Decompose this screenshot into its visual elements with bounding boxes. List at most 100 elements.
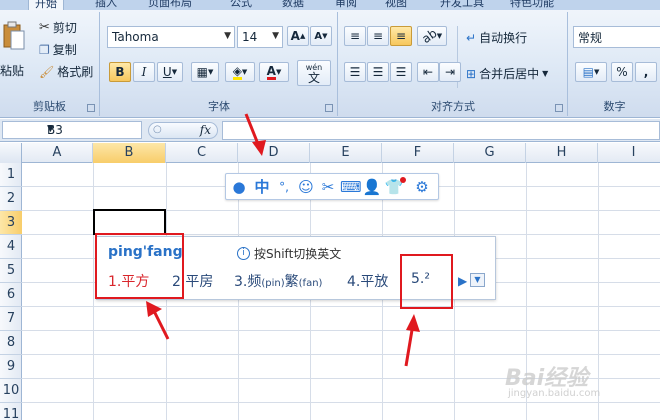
alignment-launcher-icon[interactable] [555,104,563,112]
chevron-down-icon: ▼ [272,31,279,41]
punctuation-toggle[interactable]: °, [274,178,294,196]
column-header[interactable]: C [166,143,238,163]
tab-formulas[interactable]: 公式 [230,0,252,10]
select-all-corner[interactable] [0,143,22,163]
ime-toolbar: ● 中 °, ☺ ✂ ⌨ 👤 👕 ⚙ [225,173,439,200]
wrap-text-button[interactable]: ↵ 自动换行 [465,28,528,47]
align-center-button[interactable]: ☰ [367,62,389,82]
shift-hint: i 按Shift切换英文 [237,245,341,262]
row-header[interactable]: 3 [0,211,22,235]
paint-bucket-icon: ◈ [232,63,242,80]
row-header[interactable]: 11 [0,403,22,420]
next-page-arrow-icon[interactable]: ▶ [458,274,467,288]
bold-button[interactable]: B [109,62,131,82]
row-header[interactable]: 8 [0,331,22,355]
chevron-down-icon: ▼ [224,31,231,41]
row-header[interactable]: 5 [0,259,22,283]
format-painter-button[interactable]: 🖌 格式刷 [38,62,94,81]
chinese-mode-toggle[interactable]: 中 [252,178,272,196]
decrease-indent-button[interactable]: ⇤ [417,62,439,82]
orientation-button[interactable]: ab ▼ [417,26,447,46]
align-bottom-icon: ≡ [395,29,407,43]
chevron-down-icon: ▼ [47,124,54,134]
merge-center-button[interactable]: ⊞ 合并后居中 ▼ [465,64,549,83]
align-center-icon: ☰ [372,65,384,79]
align-bottom-button[interactable]: ≡ [390,26,412,46]
annotation-arrow-icon [244,113,266,156]
column-header[interactable]: G [454,143,526,163]
number-format-select[interactable]: 常规 [573,26,660,48]
clipboard-launcher-icon[interactable] [87,104,95,112]
row-header[interactable]: 9 [0,355,22,379]
row-header[interactable]: 2 [0,187,22,211]
paste-button[interactable] [0,20,28,52]
comma-button[interactable]: , [635,62,657,82]
keyboard-icon[interactable]: ⌨ [340,178,362,196]
copy-button[interactable]: ❐ 复制 [38,40,78,59]
borders-button[interactable]: ▦ ▼ [191,62,219,82]
paste-label[interactable]: 粘贴 [0,62,24,79]
row-header[interactable]: 10 [0,379,22,403]
settings-gear-icon[interactable]: ⚙ [412,178,432,196]
align-middle-icon: ≡ [372,29,384,43]
row-header[interactable]: 4 [0,235,22,259]
row-header[interactable]: 6 [0,283,22,307]
notification-dot-icon [400,177,406,183]
italic-button[interactable]: I [133,62,155,82]
annotation-arrow-icon [146,301,170,340]
highlight-box-pinyin [95,233,184,299]
align-middle-button[interactable]: ≡ [367,26,389,46]
column-header[interactable]: A [22,143,93,163]
underline-button[interactable]: U ▼ [157,62,183,82]
percent-button[interactable]: % [611,62,633,82]
grow-font-button[interactable]: A ▲ [287,26,309,46]
align-right-icon: ☰ [395,65,407,79]
annotation-arrow-icon [404,314,420,367]
align-left-button[interactable]: ☰ [344,62,366,82]
tab-developer[interactable]: 开发工具 [440,0,484,10]
column-header[interactable]: F [382,143,454,163]
phonetic-button[interactable]: wén 文 [297,60,331,86]
resize-handle-icon[interactable]: ○ [153,124,162,135]
merge-icon: ⊞ [466,66,477,81]
column-header[interactable]: I [598,143,660,163]
font-name-select[interactable]: Tahoma ▼ [107,26,235,48]
font-color-button[interactable]: A ▼ [259,62,289,82]
paste-icon [3,21,25,50]
formula-input[interactable] [222,121,660,140]
tab-home[interactable]: 开始 [28,0,64,10]
tab-insert[interactable]: 插入 [95,0,117,10]
font-launcher-icon[interactable] [325,104,333,112]
tab-view[interactable]: 视图 [385,0,407,10]
tab-data[interactable]: 数据 [282,0,304,10]
insert-function-button[interactable]: fx [200,123,211,137]
font-group-title: 字体 [208,100,230,113]
font-size-select[interactable]: 14 ▼ [237,26,283,48]
person-icon[interactable]: 👤 [362,178,382,196]
row-header[interactable]: 1 [0,163,22,187]
active-cell-b3[interactable] [93,209,166,235]
align-top-button[interactable]: ≡ [344,26,366,46]
shrink-font-button[interactable]: A ▼ [310,26,332,46]
column-header[interactable]: E [310,143,382,163]
fill-color-button[interactable]: ◈ ▼ [225,62,255,82]
user-avatar-icon[interactable]: ● [229,178,249,196]
candidate-item[interactable]: 4.平放 [347,271,388,291]
orientation-icon: ab [419,25,440,47]
cut-button[interactable]: ✂ 剪切 [38,18,78,37]
baidu-watermark-url: jingyan.baidu.com [508,388,601,399]
name-box[interactable]: B3 ▼ [2,121,142,139]
align-right-button[interactable]: ☰ [390,62,412,82]
currency-button[interactable]: ▤ ▼ [575,62,607,82]
column-header[interactable]: H [526,143,598,163]
expand-candidates-button[interactable]: ▼ [470,273,485,287]
candidate-item[interactable]: 3.频(pin)繁(fan) [234,271,322,291]
row-header[interactable]: 7 [0,307,22,331]
tab-review[interactable]: 审阅 [335,0,357,10]
column-header[interactable]: B [93,143,166,163]
emoji-icon[interactable]: ☺ [296,178,316,196]
tab-special[interactable]: 特色功能 [510,0,554,10]
scissors-icon[interactable]: ✂ [318,178,338,196]
tab-page-layout[interactable]: 页面布局 [148,0,192,10]
increase-indent-button[interactable]: ⇥ [439,62,461,82]
